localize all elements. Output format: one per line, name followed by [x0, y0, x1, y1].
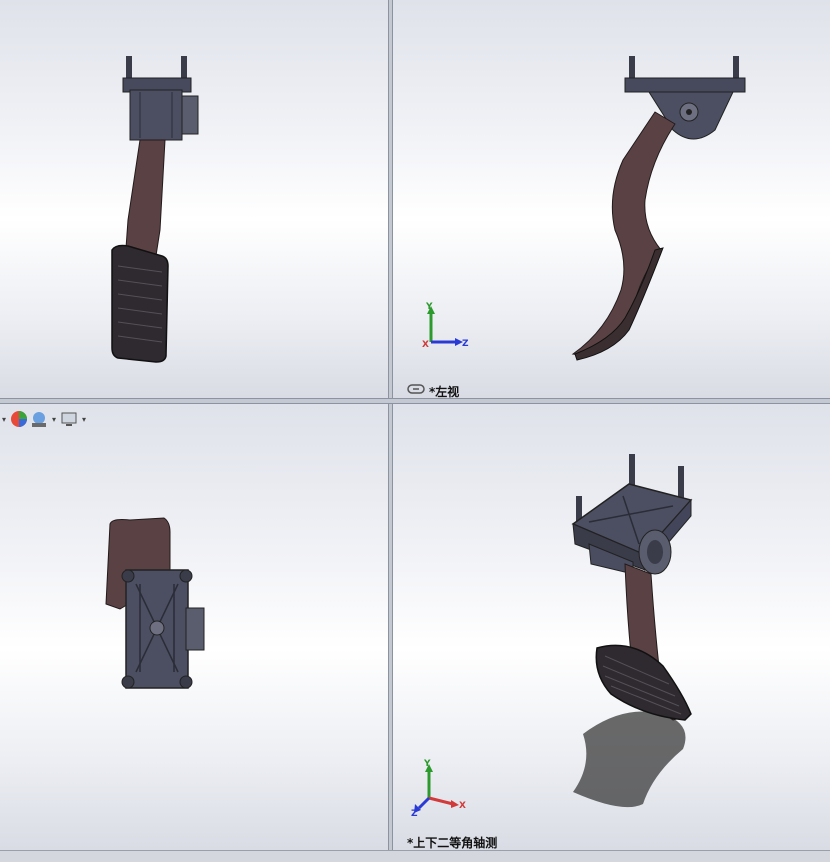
view-label-isometric: *上下二等角轴测: [407, 836, 498, 850]
coordinate-triad-icon: Y Z X: [422, 302, 469, 350]
pedal-model-top: [105, 517, 205, 689]
status-bar: [0, 850, 830, 862]
viewport-front[interactable]: [0, 0, 388, 398]
viewport-left[interactable]: Y Z X *左视: [393, 0, 830, 398]
viewport-splitter-horizontal[interactable]: [0, 398, 830, 404]
viewport-splitter-vertical[interactable]: [388, 0, 393, 850]
triad-y-label: Y: [423, 759, 431, 769]
triad-z-label: Z: [411, 809, 418, 818]
triad-x-label: X: [422, 340, 429, 350]
view-label-left: *左视: [429, 385, 460, 398]
viewport-top[interactable]: ▾ ▾ ▾: [0, 404, 388, 850]
coordinate-triad-icon: Y X Z: [411, 759, 466, 818]
link-icon: [407, 384, 425, 394]
triad-y-label: Y: [425, 302, 433, 312]
pedal-model-front: [111, 56, 199, 363]
triad-x-label: X: [459, 801, 466, 811]
viewport-isometric[interactable]: Y X Z *上下二等角轴测: [393, 404, 830, 850]
triad-z-label: Z: [462, 339, 469, 349]
